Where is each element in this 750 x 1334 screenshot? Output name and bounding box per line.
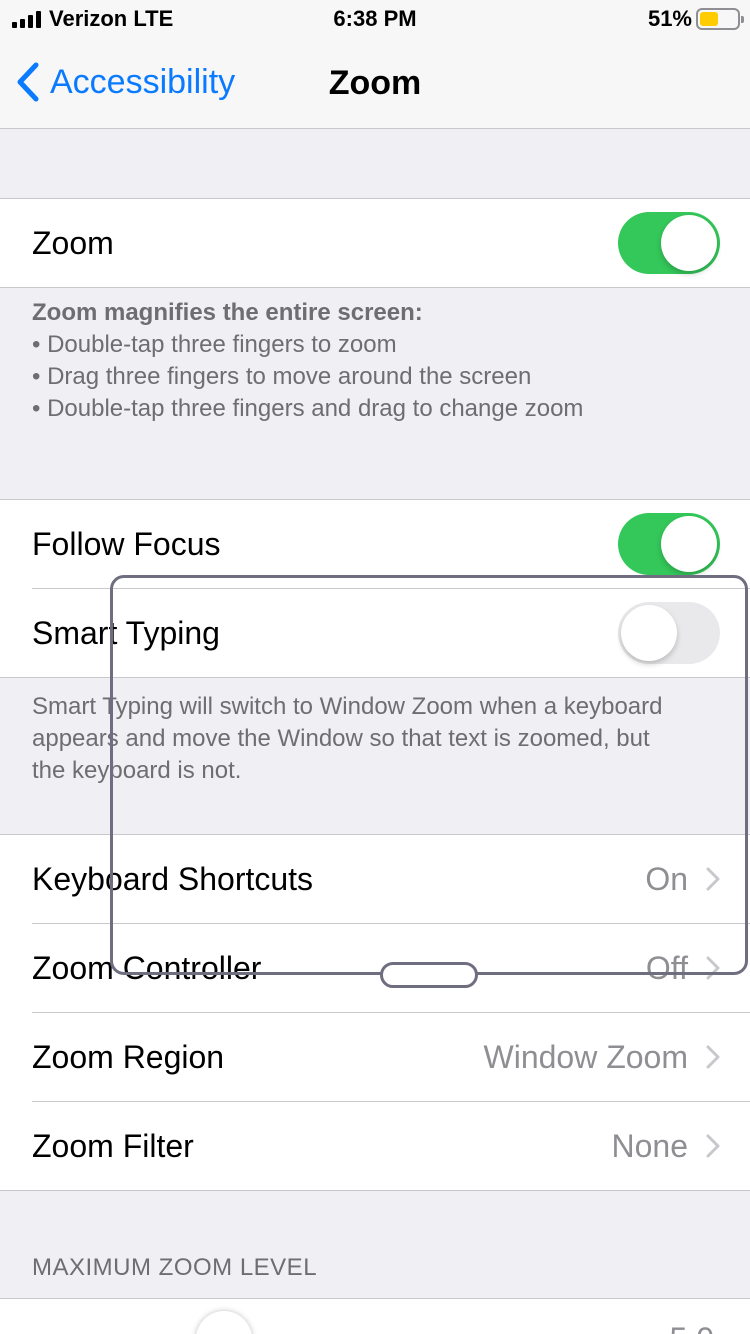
- zoom-region-row[interactable]: Zoom Region Window Zoom: [0, 1013, 750, 1101]
- row-label: Zoom Filter: [32, 1127, 194, 1164]
- page-title: Zoom: [328, 64, 422, 102]
- zoom-label: Zoom: [32, 224, 114, 261]
- zoom-window-handle[interactable]: [380, 962, 478, 988]
- zoom-tip: Double-tap three fingers to zoom: [32, 329, 722, 361]
- max-zoom-slider-thumb[interactable]: [196, 1311, 252, 1334]
- zoom-toggle[interactable]: [618, 212, 720, 274]
- battery-percent: 51%: [647, 6, 692, 31]
- max-zoom-value: 5.0: [670, 1321, 714, 1334]
- zoom-description-heading: Zoom magnifies the entire screen:: [32, 299, 423, 326]
- row-value: Window Zoom: [483, 1038, 689, 1075]
- zoom-row: Zoom: [0, 199, 750, 287]
- battery-info: 51%: [647, 6, 744, 32]
- zoom-group: Zoom: [0, 198, 750, 288]
- navigation-bar: Accessibility Zoom: [0, 40, 750, 129]
- chevron-right-icon: [706, 1134, 720, 1158]
- battery-fill: [700, 12, 719, 26]
- zoom-window-lens[interactable]: [110, 575, 748, 975]
- zoom-description: Zoom magnifies the entire screen: Double…: [32, 297, 722, 425]
- row-value: None: [611, 1127, 689, 1164]
- chevron-right-icon: [706, 1045, 720, 1069]
- battery-icon: [696, 8, 744, 30]
- status-bar: Verizon LTE 6:38 PM 51%: [0, 0, 750, 40]
- zoom-tip: Drag three fingers to move around the sc…: [32, 361, 722, 393]
- follow-focus-toggle[interactable]: [618, 513, 720, 575]
- zoom-filter-row[interactable]: Zoom Filter None: [0, 1102, 750, 1190]
- row-label: Zoom Region: [32, 1038, 225, 1075]
- follow-focus-label: Follow Focus: [32, 525, 221, 562]
- max-zoom-group: 5.0: [0, 1298, 750, 1334]
- max-zoom-section-header: MAXIMUM ZOOM LEVEL: [32, 1254, 318, 1281]
- clock: 6:38 PM: [333, 6, 417, 31]
- zoom-tip: Double-tap three fingers and drag to cha…: [32, 393, 722, 425]
